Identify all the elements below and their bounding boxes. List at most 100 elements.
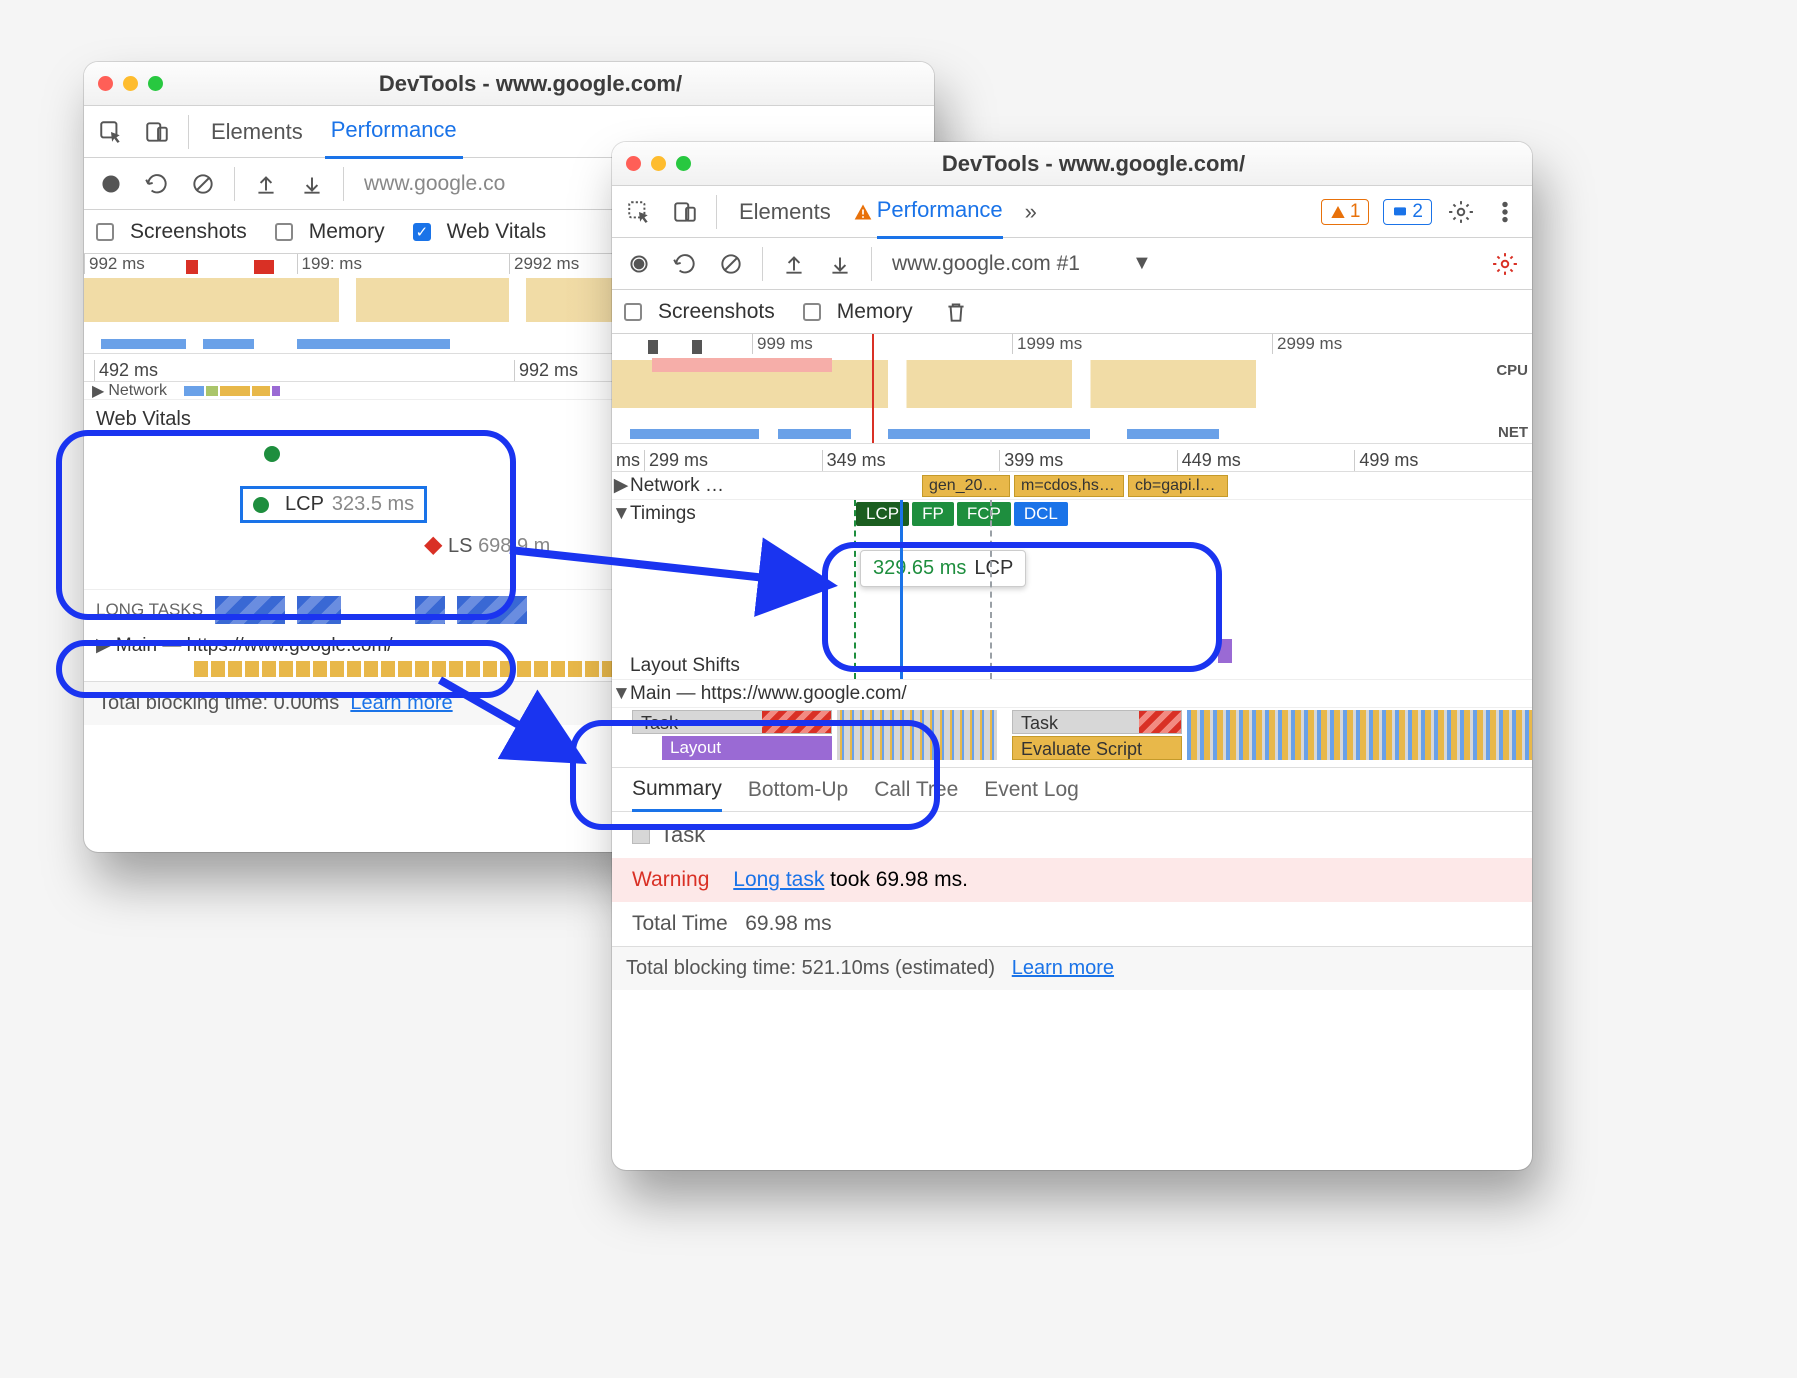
tooltip-label: LCP xyxy=(974,557,1013,580)
options-toolbar: Screenshots Memory xyxy=(612,290,1532,334)
close-icon[interactable] xyxy=(626,156,641,171)
dcl-line xyxy=(900,500,903,679)
kebab-icon[interactable] xyxy=(1490,197,1520,227)
download-icon[interactable] xyxy=(825,249,855,279)
web-vitals-checkbox[interactable] xyxy=(413,223,431,241)
dcl-chip[interactable]: DCL xyxy=(1014,502,1068,526)
tab-event-log[interactable]: Event Log xyxy=(984,778,1079,802)
flame-segments[interactable] xyxy=(1187,710,1532,760)
network-block[interactable]: m=cdos,hs… xyxy=(1014,475,1124,497)
minimize-icon[interactable] xyxy=(123,76,138,91)
layout-block[interactable]: Layout xyxy=(662,736,832,760)
messages-badge[interactable]: 2 xyxy=(1383,199,1432,225)
tick-label: 1999 ms xyxy=(1012,334,1272,354)
long-task-block[interactable] xyxy=(215,596,285,624)
screenshots-label: Screenshots xyxy=(658,300,775,324)
learn-more-link[interactable]: Learn more xyxy=(1012,957,1114,979)
overview-strip[interactable]: 999 ms 1999 ms 2999 ms CPU NET xyxy=(612,334,1532,444)
tab-bottom-up[interactable]: Bottom-Up xyxy=(748,778,848,802)
long-task-link[interactable]: Long task xyxy=(733,868,824,891)
memory-checkbox[interactable] xyxy=(275,223,293,241)
tab-call-tree[interactable]: Call Tree xyxy=(874,778,958,802)
warnings-badge[interactable]: 1 xyxy=(1321,199,1370,225)
recording-url[interactable]: www.google.co xyxy=(364,172,505,196)
inspect-icon[interactable] xyxy=(96,117,126,147)
frame-marker xyxy=(692,340,702,354)
fp-chip[interactable]: FP xyxy=(912,502,954,526)
network-track-header[interactable]: ▶Network … gen_20… m=cdos,hs… cb=gapi.l… xyxy=(612,472,1532,500)
download-icon[interactable] xyxy=(297,169,327,199)
tab-performance[interactable]: Performance xyxy=(325,104,463,159)
reload-icon[interactable] xyxy=(142,169,172,199)
maximize-icon[interactable] xyxy=(676,156,691,171)
clear-icon[interactable] xyxy=(188,169,218,199)
fcp-chip[interactable]: FCP xyxy=(957,502,1011,526)
lcp-marker[interactable]: LCP 323.5 ms xyxy=(240,486,427,523)
task-block[interactable]: Task xyxy=(632,710,832,734)
network-block[interactable]: gen_20… xyxy=(922,475,1010,497)
perf-toolbar: www.google.com #1 ▼ xyxy=(612,238,1532,290)
timings-track-header[interactable]: ▼Timings xyxy=(612,500,1532,528)
tracks-area[interactable]: ▶Network … gen_20… m=cdos,hs… cb=gapi.l…… xyxy=(612,472,1532,768)
minimize-icon[interactable] xyxy=(651,156,666,171)
long-task-block[interactable] xyxy=(415,596,445,624)
playhead[interactable] xyxy=(872,334,874,443)
maximize-icon[interactable] xyxy=(148,76,163,91)
track-label: Main — https://www.google.com/ xyxy=(630,683,913,705)
more-tabs[interactable]: » xyxy=(1019,186,1043,238)
lcp-value: 323.5 ms xyxy=(332,493,414,516)
tbt-text: Total blocking time: 0.00ms xyxy=(98,692,339,714)
main-thread-header[interactable]: ▼Main — https://www.google.com/ xyxy=(612,680,1532,708)
titlebar[interactable]: DevTools - www.google.com/ xyxy=(612,142,1532,186)
tab-performance[interactable]: Performance xyxy=(853,184,1003,239)
device-toggle-icon[interactable] xyxy=(142,117,172,147)
tick-label: 299 ms xyxy=(644,450,822,471)
color-swatch xyxy=(632,826,650,844)
memory-checkbox[interactable] xyxy=(803,303,821,321)
clear-icon[interactable] xyxy=(716,249,746,279)
task-block[interactable]: Task xyxy=(1012,710,1182,734)
meta-label: Total Time xyxy=(632,912,728,935)
screenshots-checkbox[interactable] xyxy=(96,223,114,241)
device-toggle-icon[interactable] xyxy=(670,197,700,227)
record-icon[interactable] xyxy=(96,169,126,199)
record-icon[interactable] xyxy=(624,249,654,279)
summary-title: Task xyxy=(660,822,705,848)
layout-shift-block[interactable] xyxy=(1218,639,1232,663)
tab-summary[interactable]: Summary xyxy=(632,768,722,812)
flame-segments[interactable] xyxy=(837,710,997,760)
tick-label: 399 ms xyxy=(999,450,1177,471)
capture-settings-icon[interactable] xyxy=(1490,249,1520,279)
upload-icon[interactable] xyxy=(779,249,809,279)
trash-icon[interactable] xyxy=(941,297,971,327)
network-block[interactable]: cb=gapi.l… xyxy=(1128,475,1228,497)
gear-icon[interactable] xyxy=(1446,197,1476,227)
traffic-lights[interactable] xyxy=(84,76,177,91)
task-label: Task xyxy=(641,713,678,733)
tick-label: 492 ms xyxy=(94,360,514,381)
reload-icon[interactable] xyxy=(670,249,700,279)
traffic-lights[interactable] xyxy=(612,156,705,171)
meta-value: 69.98 ms xyxy=(745,912,831,935)
track-label: Network xyxy=(108,382,167,400)
footer-status: Total blocking time: 521.10ms (estimated… xyxy=(612,946,1532,990)
tick-label: 199: ms xyxy=(297,254,510,274)
recording-select[interactable]: www.google.com #1 ▼ xyxy=(888,252,1152,276)
screenshots-checkbox[interactable] xyxy=(624,303,642,321)
timeline-ruler[interactable]: ms 299 ms 349 ms 399 ms 449 ms 499 ms xyxy=(612,444,1532,472)
main-thread-flame[interactable]: Task Layout Task Evaluate Script xyxy=(612,708,1532,768)
tbt-text: Total blocking time: 521.10ms (estimated… xyxy=(626,957,995,979)
details-tab-bar: Summary Bottom-Up Call Tree Event Log xyxy=(612,768,1532,812)
lcp-dot-icon xyxy=(253,497,269,513)
tab-elements[interactable]: Elements xyxy=(733,186,837,238)
badge-count: 1 xyxy=(1350,201,1361,223)
long-task-block[interactable] xyxy=(297,596,341,624)
upload-icon[interactable] xyxy=(251,169,281,199)
titlebar[interactable]: DevTools - www.google.com/ xyxy=(84,62,934,106)
long-task-marker xyxy=(652,358,832,372)
evaluate-script-block[interactable]: Evaluate Script xyxy=(1012,736,1182,760)
inspect-icon[interactable] xyxy=(624,197,654,227)
tab-elements[interactable]: Elements xyxy=(205,106,309,158)
close-icon[interactable] xyxy=(98,76,113,91)
overview-marker xyxy=(254,260,274,274)
